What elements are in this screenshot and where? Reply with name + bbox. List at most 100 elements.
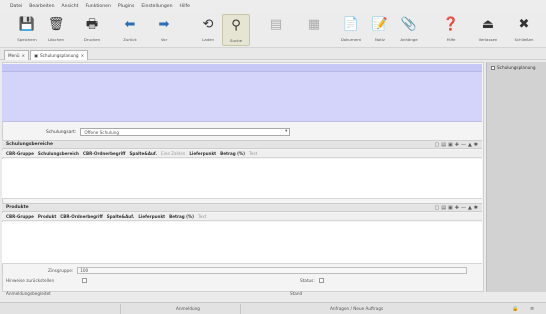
column-header[interactable]: Betrag (%) [220,151,245,156]
disabled-icon-2: ▦ [307,17,321,32]
forward-button[interactable]: ➡ Vor [150,14,178,46]
close-button[interactable]: ✖ Schließen [510,14,538,46]
column-header[interactable]: CBR-Gruppe [6,151,34,156]
edit-row-icon[interactable]: ▤ [441,142,446,148]
tab-schulungsplanung[interactable]: ▣ Schulungsplanung × [30,50,89,60]
settings-icon[interactable]: ✱ [474,205,478,211]
menu-file[interactable]: Datei [10,4,22,9]
header-area [2,64,482,122]
edit-row-icon[interactable]: ▤ [441,205,446,211]
section-title: Produkte [6,205,29,210]
table-header-produkte: CBR-Gruppe Produkt CBR-Ordnerbegriff Spa… [2,213,482,221]
column-header[interactable]: Spalte&Auf. [107,214,135,219]
status-checkbox[interactable] [318,278,324,283]
attachment-button[interactable]: 📎 Anhänge [395,14,423,46]
list-produkte[interactable] [2,222,482,264]
settings-icon[interactable]: ✱ [474,142,478,148]
column-header[interactable]: Text [249,151,257,156]
close-icon[interactable]: × [22,53,26,58]
menu-functions[interactable]: Funktionen [85,4,110,9]
menu-settings[interactable]: Einstellungen [141,4,172,9]
section-tools: ▢ ▤ ▣ ✚ — ▲ ✱ [435,142,478,148]
arrow-back-icon: ⬅ [124,17,136,32]
help-icon: ❓ [442,17,460,32]
save-icon: 💾 [18,17,36,32]
print-button[interactable]: 🖶 Drucken [78,14,106,46]
header-strip [2,64,482,72]
zinsgruppe-field[interactable]: 100 [77,267,468,274]
document-icon: 📄 [342,17,360,32]
disabled-button-2[interactable]: ▦ [300,14,328,46]
hinweise-label: Hinweise zurückstellen [6,278,55,283]
menu-help[interactable]: Hilfe [180,4,190,9]
menu-view[interactable]: Ansicht [62,4,79,9]
new-row-icon[interactable]: ▢ [435,142,440,148]
close-icon[interactable]: × [81,53,85,58]
tab-menu[interactable]: Menü × [4,50,30,60]
disabled-icon-1: ▤ [269,17,283,32]
delete-icon: 🗑 [47,17,65,32]
up-icon[interactable]: ▲ [468,205,472,211]
status-divider [120,304,121,314]
hinweise-checkbox[interactable] [82,278,88,283]
status-bar: Anmeldung Anfragen / Neue Auftrags 🔒 ≡ [0,302,546,314]
up-icon[interactable]: ▲ [468,142,472,148]
note-icon: 📝 [371,17,389,32]
column-header[interactable]: Betrag (%) [169,214,194,219]
column-header[interactable]: CBR-Ordnerbegriff [60,214,103,219]
column-header[interactable]: Eine Zahlen [161,151,185,156]
column-header[interactable]: Lieferpunkt [138,214,165,219]
status-row: Status: [300,278,324,283]
menu-icon[interactable]: ≡ [530,306,534,312]
delete-row-icon[interactable]: ▣ [448,142,453,148]
exit-button[interactable]: ⏏ Verlassen [474,14,502,46]
help-button[interactable]: ❓ Hilfe [437,14,465,46]
zinsgruppe-label: Zinsgruppe: [48,268,74,273]
delete-row-icon[interactable]: ▣ [448,205,453,211]
disabled-button-1[interactable]: ▤ [262,14,290,46]
section-schulungsbereiche: Schulungsbereiche ▢ ▤ ▣ ✚ — ▲ ✱ [2,140,482,149]
list-schulungsbereiche[interactable] [2,159,482,199]
back-button[interactable]: ⬅ Zurück [116,14,144,46]
column-header[interactable]: CBR-Ordnerbegriff [83,151,126,156]
menu-edit[interactable]: Bearbeiten [29,4,54,9]
arrow-forward-icon: ➡ [158,17,170,32]
tab-strip: Menü × ▣ Schulungsplanung × [0,48,546,60]
column-header[interactable]: CBR-Gruppe [6,214,34,219]
load-icon: ⟲ [202,17,214,32]
chevron-down-icon: ▾ [285,129,288,134]
stand-row: Stand [290,291,302,296]
new-row-icon[interactable]: ▢ [435,205,440,211]
toolbar: 💾 Speichern 🗑 Löschen 🖶 Drucken ⬅ Zurück ➡ Vo… [0,12,546,48]
anmeldung-row: Anmeldungsbegleitet [6,291,51,296]
column-header[interactable]: Lieferpunkt [189,151,216,156]
column-header[interactable]: Text [198,214,206,219]
right-panel-item[interactable]: Schulungsplanung [491,65,536,70]
delete-button[interactable]: 🗑 Löschen [42,14,70,46]
add-icon[interactable]: ✚ [455,142,459,148]
search-icon: ⚲ [231,18,241,33]
menu-plugins[interactable]: Plugins [118,4,134,9]
status-anmeldung: Anmeldung [176,306,200,311]
search-button[interactable]: ⚲ Suche [222,14,250,46]
column-header[interactable]: Produkt [38,214,56,219]
column-header[interactable]: Spalte&Auf. [129,151,157,156]
schulungsart-row: Schulungsart: Offene Schulung ▾ [46,128,291,136]
remove-icon[interactable]: — [461,205,466,211]
save-button[interactable]: 💾 Speichern [13,14,41,46]
status-label: Status: [300,278,315,283]
document-button[interactable]: 📄 Dokument [337,14,365,46]
anmeldung-label: Anmeldungsbegleitet [6,291,51,296]
schulungsart-select[interactable]: Offene Schulung ▾ [80,128,291,136]
close-icon: ✖ [518,17,530,32]
load-button[interactable]: ⟲ Laden [194,14,222,46]
menu-bar: Datei Bearbeiten Ansicht Funktionen Plug… [0,0,546,12]
remove-icon[interactable]: — [461,142,466,148]
status-anfragen: Anfragen / Neue Auftrags [330,306,384,311]
tab-icon: ▣ [34,53,38,58]
add-icon[interactable]: ✚ [455,205,459,211]
attachment-icon: 📎 [400,17,418,32]
note-button[interactable]: 📝 Notiz [366,14,394,46]
column-header[interactable]: Schulungsbereich [38,151,79,156]
lock-icon[interactable]: 🔒 [512,306,518,312]
